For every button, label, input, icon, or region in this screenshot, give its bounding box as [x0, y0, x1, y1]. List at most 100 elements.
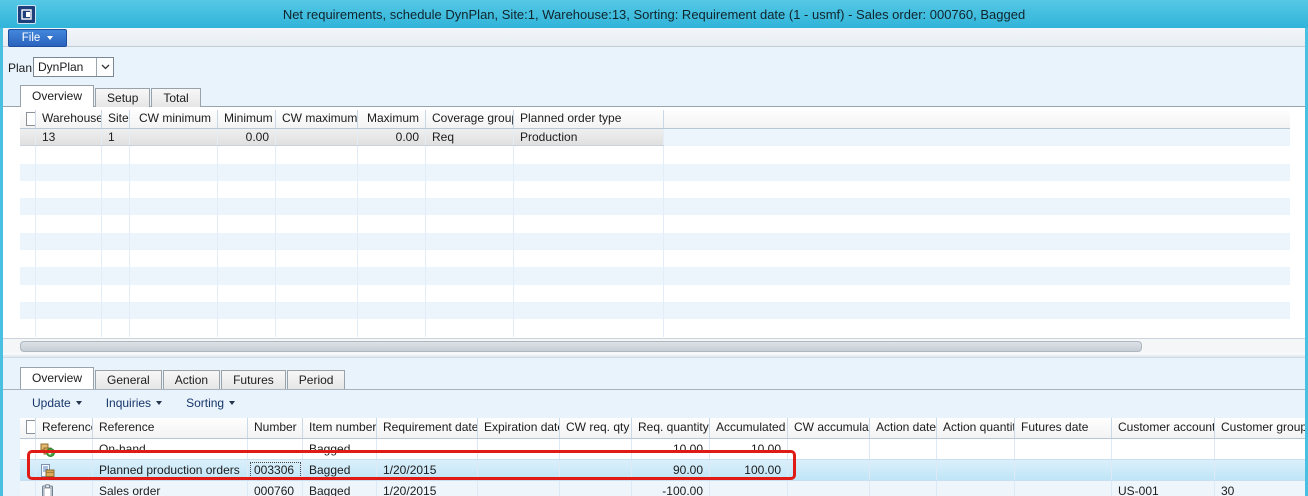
cell-minimum[interactable]: 0.00 [218, 129, 276, 145]
cell-coverage-group[interactable]: Req [426, 129, 514, 145]
col-header-expiration-date[interactable]: Expiration date [478, 418, 560, 438]
cell-number[interactable]: 000760 [248, 481, 303, 496]
col-header-number[interactable]: Number [248, 418, 303, 438]
tab-overview-lower[interactable]: Overview [20, 367, 94, 389]
cell-requirement-date[interactable]: 1/20/2015 [377, 481, 478, 496]
cell-action-quantity[interactable] [937, 460, 1015, 480]
sorting-menu-button[interactable]: Sorting [186, 396, 235, 410]
cell-number-focused[interactable]: 003306 [248, 460, 303, 480]
cell-requirement-date[interactable]: 1/20/2015 [377, 460, 478, 480]
cell-customer-account[interactable] [1112, 439, 1215, 459]
col-header-reference[interactable]: Reference [93, 418, 248, 438]
col-header-requirement-date[interactable]: Requirement date [377, 418, 478, 438]
row-on-hand[interactable]: On-hand Bagged 10.00 10.00 [20, 439, 1306, 460]
cell-planned-order-type[interactable]: Production [514, 129, 664, 145]
cell-site[interactable]: 1 [102, 129, 130, 145]
cell-action-date[interactable] [870, 439, 937, 459]
row-sales-order[interactable]: Sales order 000760 Bagged 1/20/2015 -100… [20, 481, 1306, 496]
col-header-customer-group[interactable]: Customer group [1215, 418, 1306, 438]
col-header-cw-maximum[interactable]: CW maximum [276, 110, 358, 128]
plan-combobox[interactable]: DynPlan [33, 57, 114, 77]
cell-expiration-date[interactable] [478, 481, 560, 496]
cell-futures-date[interactable] [1015, 460, 1112, 480]
cell-expiration-date[interactable] [478, 460, 560, 480]
cell-action-quantity[interactable] [937, 481, 1015, 496]
col-header-warehouse[interactable]: Warehouse [36, 110, 102, 128]
cell-customer-group[interactable]: 30 [1215, 481, 1306, 496]
cell-cw-req-qty[interactable] [560, 460, 632, 480]
col-header-customer-account[interactable]: Customer account [1112, 418, 1215, 438]
col-header-futures-date[interactable]: Futures date [1015, 418, 1112, 438]
col-header-site[interactable]: Site [102, 110, 130, 128]
col-header-accumulated[interactable]: Accumulated [710, 418, 788, 438]
tab-period[interactable]: Period [287, 370, 346, 389]
cell-cw-maximum[interactable] [276, 129, 358, 145]
cell-futures-date[interactable] [1015, 481, 1112, 496]
cell-customer-group[interactable] [1215, 439, 1306, 459]
cell-warehouse[interactable]: 13 [36, 129, 102, 145]
cell-cw-minimum[interactable] [130, 129, 218, 145]
cell-cw-req-qty[interactable] [560, 481, 632, 496]
cell-customer-account[interactable]: US-001 [1112, 481, 1215, 496]
row-checkbox-cell[interactable] [20, 129, 36, 145]
cell-futures-date[interactable] [1015, 439, 1112, 459]
file-menu-button[interactable]: File [8, 29, 67, 47]
row-checkbox-cell[interactable] [20, 460, 36, 480]
col-header-cw-accumulated[interactable]: CW accumulated [788, 418, 870, 438]
select-all-checkbox[interactable] [26, 420, 36, 434]
col-header-minimum[interactable]: Minimum [218, 110, 276, 128]
col-header-action-date[interactable]: Action date [870, 418, 937, 438]
cell-accumulated[interactable]: 100.00 [710, 460, 788, 480]
inquiries-menu-button[interactable]: Inquiries [106, 396, 162, 410]
tab-setup[interactable]: Setup [95, 88, 150, 107]
select-all-checkbox[interactable] [26, 112, 36, 126]
plan-dropdown-button[interactable] [96, 58, 113, 76]
tab-futures[interactable]: Futures [221, 370, 286, 389]
cell-req-quantity[interactable]: 90.00 [632, 460, 710, 480]
row-checkbox-cell[interactable] [20, 481, 36, 496]
plan-value[interactable]: DynPlan [34, 58, 96, 76]
cell-accumulated[interactable] [710, 481, 788, 496]
tab-action[interactable]: Action [163, 370, 220, 389]
horizontal-scrollbar[interactable] [3, 338, 1305, 353]
tab-general[interactable]: General [95, 370, 162, 389]
col-header-cw-minimum[interactable]: CW minimum [130, 110, 218, 128]
row-checkbox-cell[interactable] [20, 439, 36, 459]
cell-maximum[interactable]: 0.00 [358, 129, 426, 145]
cell-action-date[interactable] [870, 460, 937, 480]
cell-cw-accumulated[interactable] [788, 460, 870, 480]
cell-cw-accumulated[interactable] [788, 439, 870, 459]
coverage-row-selected[interactable]: 13 1 0.00 0.00 Req Production [20, 129, 1290, 146]
section-splitter[interactable] [3, 353, 1305, 358]
cell-cw-req-qty[interactable] [560, 439, 632, 459]
cell-reference[interactable]: On-hand [93, 439, 248, 459]
col-header-planned-order-type[interactable]: Planned order type [514, 110, 664, 128]
cell-action-date[interactable] [870, 481, 937, 496]
cell-reference[interactable]: Sales order [93, 481, 248, 496]
cell-accumulated[interactable]: 10.00 [710, 439, 788, 459]
col-header-cw-req-qty[interactable]: CW req. qty [560, 418, 632, 438]
cell-customer-account[interactable] [1112, 460, 1215, 480]
row-planned-production-orders[interactable]: Planned production orders 003306 Bagged … [20, 460, 1306, 481]
col-header-item-number[interactable]: Item number [303, 418, 377, 438]
cell-cw-accumulated[interactable] [788, 481, 870, 496]
col-header-coverage-group[interactable]: Coverage group [426, 110, 514, 128]
select-all-cell[interactable] [20, 418, 36, 438]
cell-expiration-date[interactable] [478, 439, 560, 459]
col-header-maximum[interactable]: Maximum [358, 110, 426, 128]
tab-total[interactable]: Total [151, 88, 200, 107]
cell-reference[interactable]: Planned production orders [93, 460, 248, 480]
cell-number[interactable] [248, 439, 303, 459]
col-header-reference-icon[interactable]: Reference [36, 418, 93, 438]
title-bar[interactable]: Net requirements, schedule DynPlan, Site… [0, 0, 1308, 28]
cell-customer-group[interactable] [1215, 460, 1306, 480]
tab-overview-upper[interactable]: Overview [20, 85, 94, 107]
cell-req-quantity[interactable]: -100.00 [632, 481, 710, 496]
cell-req-quantity[interactable]: 10.00 [632, 439, 710, 459]
cell-action-quantity[interactable] [937, 439, 1015, 459]
col-header-action-quantity[interactable]: Action quantity [937, 418, 1015, 438]
cell-item-number[interactable]: Bagged [303, 439, 377, 459]
coverage-row-selection[interactable]: 13 1 0.00 0.00 Req Production [20, 129, 664, 146]
select-all-cell[interactable] [20, 110, 36, 128]
col-header-req-quantity[interactable]: Req. quantity [632, 418, 710, 438]
